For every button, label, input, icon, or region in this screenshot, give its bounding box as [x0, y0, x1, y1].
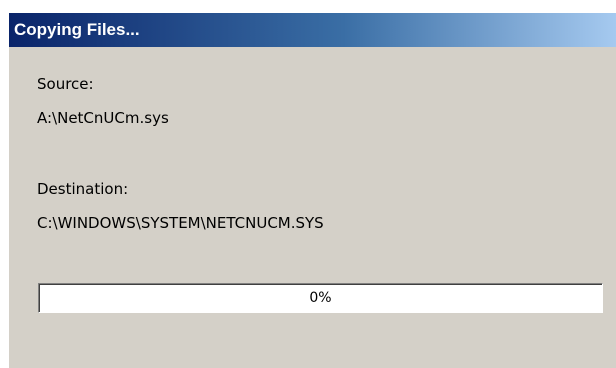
- title-bar[interactable]: Copying Files...: [9, 13, 616, 47]
- copying-files-dialog: Copying Files... Source: A:\NetCnUCm.sys…: [8, 12, 616, 368]
- progress-percent: 0%: [309, 290, 332, 306]
- destination-path: C:\WINDOWS\SYSTEM\NETCNUCM.SYS: [37, 214, 324, 232]
- destination-label: Destination:: [37, 180, 129, 198]
- window-title: Copying Files...: [14, 20, 140, 39]
- progress-bar: 0%: [38, 283, 603, 313]
- source-path: A:\NetCnUCm.sys: [37, 109, 169, 127]
- source-label: Source:: [37, 75, 94, 93]
